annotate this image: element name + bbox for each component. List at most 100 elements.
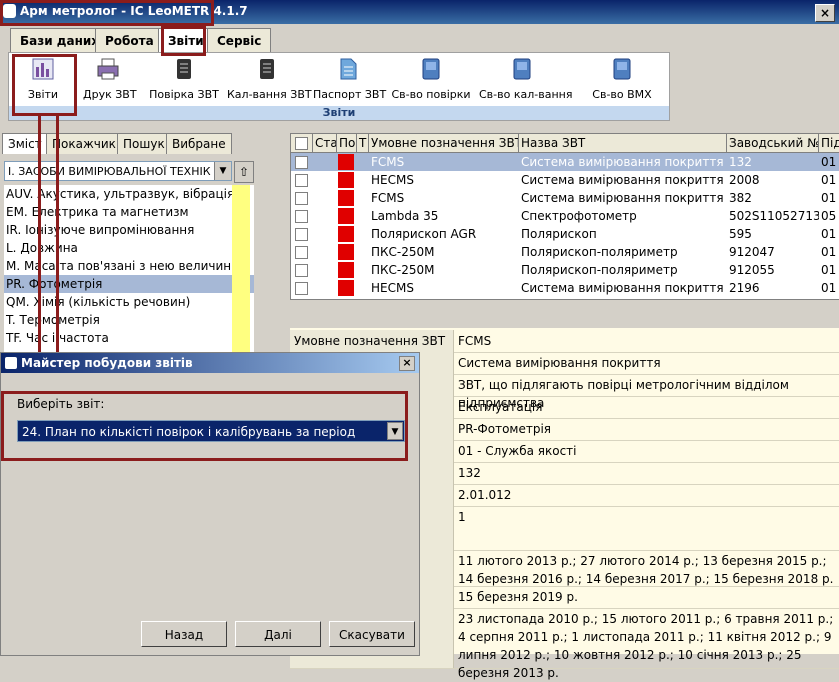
checkbox[interactable] <box>295 137 308 150</box>
tab-search[interactable]: Пошук <box>117 133 171 154</box>
list-item[interactable]: QM. Хімія (кількість речовин) <box>4 293 254 311</box>
checkbox[interactable] <box>295 210 308 223</box>
table-cell: 01 <box>821 191 837 205</box>
connector-line <box>56 116 59 352</box>
cancel-button[interactable]: Скасувати <box>329 621 415 647</box>
menu-tabs: Бази даних Робота Звіти Сервіс <box>0 24 839 54</box>
verification-button-label: Повірка ЗВТ <box>149 88 219 101</box>
table-cell: Система вимірювання покриття <box>521 173 724 187</box>
table-cell: Полярископ <box>521 227 597 241</box>
table-row[interactable]: Lambda 35 Спектрофотометр 502S11052713 05 <box>291 207 839 225</box>
app-icon <box>5 357 17 369</box>
table-row[interactable]: HECMS Система вимірювання покриття 2008 01 <box>291 171 839 189</box>
list-item[interactable]: AUV. Акустика, ультразвук, вібрація <box>4 185 254 203</box>
dialog-titlebar: Майстер побудови звітів × <box>1 353 419 373</box>
table-cell: 2008 <box>729 173 760 187</box>
back-button[interactable]: Назад <box>141 621 227 647</box>
table-cell: ПКС-250М <box>371 263 435 277</box>
detail-value: FCMS <box>458 334 492 348</box>
tab-service[interactable]: Сервіс <box>207 28 272 53</box>
status-indicator <box>338 262 354 278</box>
chevron-down-icon[interactable]: ▼ <box>214 162 231 180</box>
column-header[interactable]: Пов <box>337 134 357 152</box>
column-header[interactable]: Ста <box>313 134 337 152</box>
table-cell: FCMS <box>371 155 405 169</box>
ribbon-panel: Звіти Друк ЗВТ Повірка ЗВТ Кал-вання ЗВТ… <box>8 52 670 121</box>
list-item[interactable]: EM. Електрика та магнетизм <box>4 203 254 221</box>
list-item[interactable]: T. Термометрія <box>4 311 254 329</box>
table-row[interactable]: FCMS Система вимірювання покриття 382 01 <box>291 189 839 207</box>
table-cell: Система вимірювання покриття <box>521 155 724 169</box>
detail-value: Система вимірювання покриття <box>458 356 661 370</box>
passport-button[interactable]: Паспорт ЗВТ <box>313 57 387 101</box>
table-cell: Полярископ-поляриметр <box>521 263 678 277</box>
checkbox[interactable] <box>295 174 308 187</box>
instruments-table: Ста Пов Т Умовне позначення ЗВТ Назва ЗВ… <box>290 133 839 300</box>
table-cell: HECMS <box>371 281 414 295</box>
verification-button[interactable]: Повірка ЗВТ <box>149 57 219 101</box>
document-icon <box>340 58 357 80</box>
list-item[interactable]: L. Довжина <box>4 239 254 257</box>
vmh-cert-button[interactable]: Св-во ВМХ <box>589 57 655 101</box>
table-cell: HECMS <box>371 173 414 187</box>
table-row[interactable]: ПКС-250М Полярископ-поляриметр 912055 01 <box>291 261 839 279</box>
table-cell: 502S11052713 <box>729 209 819 223</box>
column-header[interactable]: Т <box>357 134 369 152</box>
close-icon[interactable]: × <box>399 356 415 371</box>
book-icon <box>513 58 531 80</box>
table-header: Ста Пов Т Умовне позначення ЗВТ Назва ЗВ… <box>291 134 839 153</box>
checkbox[interactable] <box>295 264 308 277</box>
verification-cert-button[interactable]: Св-во повірки <box>391 57 471 101</box>
close-window-button[interactable]: × <box>815 4 835 22</box>
calibration-button[interactable]: Кал-вання ЗВТ <box>227 57 312 101</box>
table-row[interactable]: Полярископ AGR Полярископ 595 01 <box>291 225 839 243</box>
table-cell: 05 <box>821 209 837 223</box>
detail-value: Експлуатація <box>458 400 543 414</box>
checkbox[interactable] <box>295 192 308 205</box>
table-cell: Спектрофотометр <box>521 209 637 223</box>
column-header[interactable]: Під <box>819 134 839 152</box>
table-row[interactable]: FCMS Система вимірювання покриття 132 01 <box>291 153 839 171</box>
next-button[interactable]: Далі <box>235 621 321 647</box>
table-cell: Lambda 35 <box>371 209 439 223</box>
detail-value: 132 <box>458 466 481 480</box>
book-icon <box>422 58 440 80</box>
checkbox[interactable] <box>295 156 308 169</box>
checkbox[interactable] <box>295 282 308 295</box>
table-row[interactable]: ПКС-250М Полярископ-поляриметр 912047 01 <box>291 243 839 261</box>
table-cell: 01 <box>821 155 837 169</box>
header-checkbox[interactable] <box>291 134 313 152</box>
status-indicator <box>338 280 354 296</box>
checkbox[interactable] <box>295 246 308 259</box>
table-row[interactable]: HECMS Система вимірювання покриття 2196 01 <box>291 279 839 297</box>
table-cell: Система вимірювання покриття <box>521 191 724 205</box>
list-item[interactable]: M. Маса та пов'язані з нею величини <box>4 257 254 275</box>
status-indicator <box>338 190 354 206</box>
list-item-selected[interactable]: PR. Фотометрія <box>4 275 254 293</box>
up-arrow-button[interactable]: ⇧ <box>234 161 254 183</box>
calibration-cert-button[interactable]: Св-во кал-вання <box>479 57 573 101</box>
column-header[interactable]: Умовне позначення ЗВТ <box>369 134 519 152</box>
tab-work[interactable]: Робота <box>95 28 164 53</box>
column-header[interactable]: Назва ЗВТ <box>519 134 727 152</box>
highlight-box <box>0 0 214 26</box>
vmh-cert-label: Св-во ВМХ <box>592 88 652 101</box>
list-item[interactable]: IR. Іонізуюче випромінювання <box>4 221 254 239</box>
calibration-cert-label: Св-во кал-вання <box>479 88 573 101</box>
detail-value: 23 листопада 2010 р.; 15 лютого 2011 р.;… <box>458 612 834 680</box>
scroll-icon <box>177 59 191 79</box>
table-cell: 01 <box>821 245 837 259</box>
detail-label: Умовне позначення ЗВТ <box>290 330 454 352</box>
tab-favorites[interactable]: Вибране <box>166 133 232 154</box>
detail-value: 2.01.012 <box>458 488 512 502</box>
list-item[interactable]: TF. Час і частота <box>4 329 254 347</box>
table-cell: 132 <box>729 155 752 169</box>
print-button[interactable]: Друк ЗВТ <box>83 57 137 101</box>
calibration-button-label: Кал-вання ЗВТ <box>227 88 312 101</box>
checkbox[interactable] <box>295 228 308 241</box>
verification-cert-label: Св-во повірки <box>391 88 471 101</box>
passport-button-label: Паспорт ЗВТ <box>313 88 387 101</box>
table-cell: 912055 <box>729 263 775 277</box>
table-cell: 01 <box>821 263 837 277</box>
column-header[interactable]: Заводський № <box>727 134 819 152</box>
